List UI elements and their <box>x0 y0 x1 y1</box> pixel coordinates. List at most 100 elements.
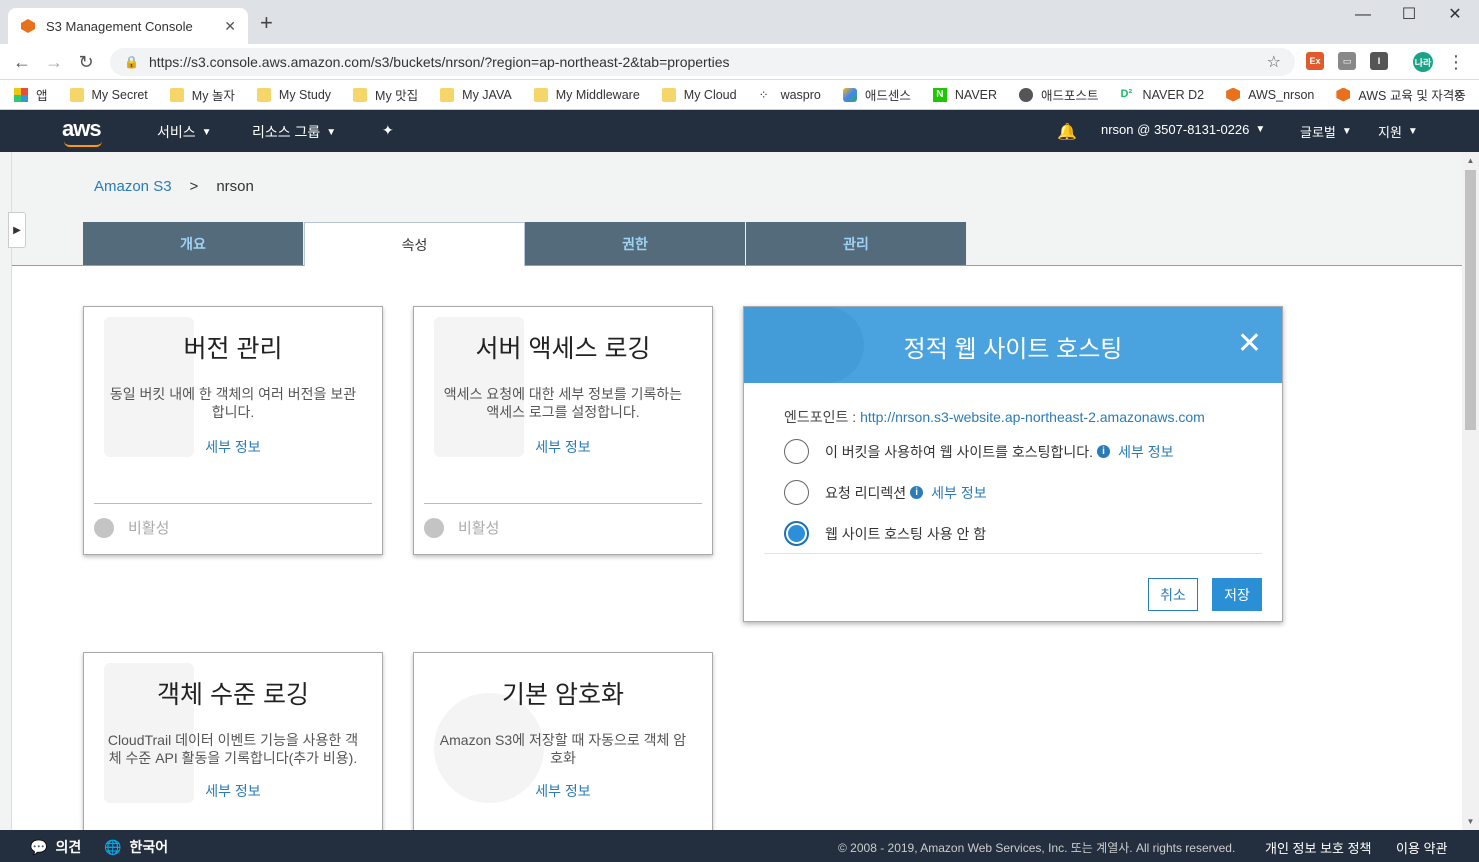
status-dot-icon <box>424 517 444 538</box>
bookmark-folder[interactable]: My Middleware <box>533 87 640 102</box>
radio-disable-hosting[interactable] <box>784 521 809 546</box>
url-input[interactable]: 🔒 https://s3.console.aws.amazon.com/s3/b… <box>110 48 1295 76</box>
tab-title: S3 Management Console <box>46 18 193 34</box>
adsense-icon <box>842 87 857 102</box>
bookmark-folder[interactable]: My Study <box>256 87 331 102</box>
breadcrumb: Amazon S3 > nrson <box>94 178 254 195</box>
reload-icon[interactable]: ↻ <box>74 50 98 74</box>
bookmark-folder[interactable]: My Secret <box>69 87 148 102</box>
chat-bubble-icon: 💬 <box>30 838 48 855</box>
region-menu[interactable]: 글로벌 ▼ <box>1300 122 1352 141</box>
bookmark-folder[interactable]: My Cloud <box>661 87 737 102</box>
endpoint-url-link[interactable]: http://nrson.s3-website.ap-northeast-2.a… <box>860 409 1205 425</box>
folder-icon <box>661 87 676 102</box>
card-more-info-link[interactable]: 세부 정보 <box>414 437 712 457</box>
folder-icon <box>256 87 271 102</box>
new-tab-icon[interactable]: + <box>260 12 273 34</box>
option-label: 이 버킷을 사용하여 웹 사이트를 호스팅합니다. <box>825 443 1094 460</box>
tab-management[interactable]: 관리 <box>746 222 967 265</box>
naver-icon: N <box>932 87 947 102</box>
option-more-info-link[interactable]: 세부 정보 <box>1118 442 1173 462</box>
bookmarks-overflow-icon[interactable]: » <box>1454 85 1463 103</box>
versioning-card[interactable]: 버전 관리 동일 버킷 내에 한 객체의 여러 버전을 보관합니다. 세부 정보… <box>83 306 383 555</box>
bookmark-waspro[interactable]: ⁘ waspro <box>759 88 821 102</box>
info-icon[interactable]: i <box>1097 445 1111 458</box>
server-access-logging-card[interactable]: 서버 액세스 로깅 액세스 요청에 대한 세부 정보를 기록하는 액세스 로그를… <box>413 306 713 555</box>
card-more-info-link[interactable]: 세부 정보 <box>414 781 712 801</box>
tab-permissions[interactable]: 권한 <box>525 222 746 265</box>
bookmark-star-icon[interactable]: ☆ <box>1267 52 1281 72</box>
panel-header: 정적 웹 사이트 호스팅 ✕ <box>744 307 1282 383</box>
extension-ex-icon[interactable]: Ex <box>1306 52 1324 70</box>
back-icon[interactable]: ← <box>10 50 34 74</box>
page-scrollbar[interactable]: ▲ ▼ <box>1462 152 1479 830</box>
option-more-info-link[interactable]: 세부 정보 <box>931 483 986 503</box>
card-status: 비활성 <box>424 517 499 538</box>
services-menu[interactable]: 서비스 ▼ <box>157 122 212 142</box>
radio-redirect-requests[interactable] <box>784 480 809 505</box>
account-menu[interactable]: nrson @ 3507-8131-0226 ▼ <box>1101 122 1265 137</box>
aws-cube-icon <box>1336 87 1351 102</box>
adpost-icon <box>1019 87 1034 102</box>
sidebar-toggle-icon[interactable]: ▶ <box>8 212 26 248</box>
cancel-button[interactable]: 취소 <box>1148 578 1198 611</box>
scroll-down-icon[interactable]: ▼ <box>1462 817 1479 826</box>
privacy-policy-link[interactable]: 개인 정보 보호 정책 <box>1265 838 1372 857</box>
radio-host-website[interactable] <box>784 439 809 464</box>
browser-tab[interactable]: S3 Management Console ✕ <box>8 8 248 44</box>
resource-groups-menu[interactable]: 리소스 그룹 ▼ <box>252 122 336 142</box>
bookmark-naver[interactable]: N NAVER <box>932 87 997 102</box>
bookmark-aws-nrson[interactable]: AWS_nrson <box>1226 87 1314 102</box>
tab-properties[interactable]: 속성 <box>304 222 525 266</box>
terms-of-use-link[interactable]: 이용 약관 <box>1396 838 1447 857</box>
bookmark-aws-training[interactable]: AWS 교육 및 자격증 <box>1336 85 1466 104</box>
breadcrumb-root-link[interactable]: Amazon S3 <box>94 178 172 195</box>
feedback-button[interactable]: 💬 의견 <box>30 837 81 857</box>
window-close-icon[interactable]: ✕ <box>1432 4 1478 26</box>
bell-icon[interactable]: 🔔 <box>1057 122 1077 142</box>
bookmark-folder[interactable]: My 맛집 <box>353 85 418 104</box>
chevron-down-icon: ▼ <box>201 126 212 138</box>
breadcrumb-separator: > <box>189 178 199 195</box>
browser-titlebar: S3 Management Console ✕ + — ☐ ✕ <box>0 0 1479 44</box>
close-icon[interactable]: ✕ <box>1237 329 1262 359</box>
save-button[interactable]: 저장 <box>1212 578 1262 611</box>
forward-icon[interactable]: → <box>42 50 66 74</box>
aws-logo[interactable]: aws <box>62 116 102 142</box>
card-more-info-link[interactable]: 세부 정보 <box>84 437 382 457</box>
bookmark-folder[interactable]: My JAVA <box>440 87 512 102</box>
option-host-website[interactable]: 이 버킷을 사용하여 웹 사이트를 호스팅합니다. i 세부 정보 <box>784 439 1173 464</box>
option-disable-hosting[interactable]: 웹 사이트 호스팅 사용 안 함 <box>784 521 986 546</box>
extension-i-icon[interactable]: I <box>1370 52 1388 70</box>
copyright-text: © 2008 - 2019, Amazon Web Services, Inc.… <box>838 841 1236 855</box>
default-encryption-card[interactable]: 기본 암호화 Amazon S3에 저장할 때 자동으로 객체 암호화 세부 정… <box>413 652 713 830</box>
minimize-icon[interactable]: — <box>1340 4 1386 26</box>
folder-icon <box>169 87 184 102</box>
extension-screen-icon[interactable]: ▭ <box>1338 52 1356 70</box>
browser-menu-icon[interactable]: ⋮ <box>1444 50 1468 74</box>
bookmark-folder[interactable]: My 놀자 <box>169 85 235 104</box>
bookmark-apps[interactable]: 앱 <box>14 85 48 104</box>
panel-title: 정적 웹 사이트 호스팅 <box>903 336 1123 363</box>
bookmark-naver-d2[interactable]: D² NAVER D2 <box>1121 88 1205 102</box>
bookmark-adpost[interactable]: 애드포스트 <box>1019 85 1099 104</box>
option-redirect-requests[interactable]: 요청 리디렉션 i 세부 정보 <box>784 480 987 505</box>
card-more-info-link[interactable]: 세부 정보 <box>84 781 382 801</box>
tab-overview[interactable]: 개요 <box>83 222 304 265</box>
apps-grid-icon <box>14 87 28 102</box>
bookmarks-bar: 앱 My Secret My 놀자 My Study My 맛집 My JAVA… <box>0 80 1479 110</box>
support-menu[interactable]: 지원 ▼ <box>1378 122 1418 141</box>
folder-icon <box>533 87 548 102</box>
bookmark-adsense[interactable]: 애드센스 <box>842 85 911 104</box>
pin-icon[interactable]: ✦ <box>382 122 394 139</box>
maximize-icon[interactable]: ☐ <box>1386 4 1432 26</box>
info-icon[interactable]: i <box>910 486 924 499</box>
waspro-icon: ⁘ <box>758 87 769 102</box>
object-level-logging-card[interactable]: 객체 수준 로깅 CloudTrail 데이터 이벤트 기능을 사용한 객체 수… <box>83 652 383 830</box>
tab-close-icon[interactable]: ✕ <box>224 18 236 35</box>
chevron-down-icon: ▼ <box>1341 126 1352 137</box>
language-selector[interactable]: 🌐 한국어 <box>104 837 168 857</box>
scrollbar-thumb[interactable] <box>1465 170 1476 430</box>
scroll-up-icon[interactable]: ▲ <box>1462 156 1479 165</box>
profile-avatar[interactable]: 나라 <box>1413 52 1433 72</box>
